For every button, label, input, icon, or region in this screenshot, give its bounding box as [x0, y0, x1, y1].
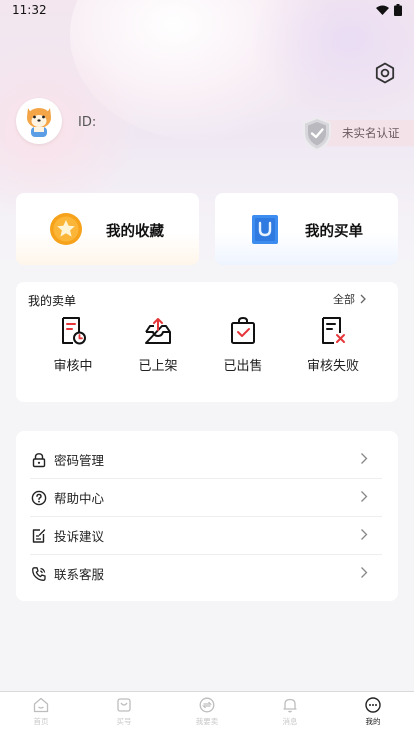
- tab-label: 买号: [116, 717, 132, 726]
- home-icon: [33, 697, 49, 713]
- menu-item-password[interactable]: 密码管理: [30, 441, 382, 478]
- tab-sell[interactable]: 我要卖: [177, 696, 237, 734]
- all-label: 全部: [333, 293, 355, 306]
- sell-item-rejected[interactable]: 审核失败: [298, 316, 368, 376]
- help-icon: [31, 490, 47, 505]
- tab-profile[interactable]: 我的: [343, 696, 403, 734]
- tab-label: 我的: [365, 717, 381, 726]
- avatar[interactable]: [16, 98, 62, 144]
- menu-item-feedback[interactable]: 投诉建议: [30, 517, 382, 554]
- sell-item-listed[interactable]: 已上架: [123, 316, 193, 376]
- edit-note-icon: [32, 528, 46, 543]
- menu-item-label: 投诉建议: [54, 529, 105, 544]
- profile-dots-icon: [365, 697, 381, 713]
- gear-icon: [375, 62, 395, 84]
- menu-item-label: 联系客服: [54, 567, 105, 582]
- cart-icon: [117, 698, 131, 712]
- lock-icon: [32, 452, 46, 467]
- sell-item-label: 审核失败: [306, 359, 359, 374]
- sell-item-label: 已出售: [223, 359, 263, 374]
- shield-icon: [303, 116, 331, 152]
- menu-item-label: 帮助中心: [54, 491, 105, 506]
- exchange-icon: [199, 697, 215, 713]
- document-cross-icon: [322, 317, 345, 344]
- inbox-upload-icon: [145, 318, 171, 344]
- sell-orders-title: 我的卖单: [28, 294, 77, 308]
- chevron-right-icon: [361, 491, 368, 502]
- settings-button[interactable]: [372, 60, 398, 86]
- tab-messages[interactable]: 消息: [260, 696, 320, 734]
- favorites-card[interactable]: 我的收藏: [16, 193, 199, 265]
- wifi-icon: [376, 5, 389, 15]
- tab-buy[interactable]: 买号: [94, 696, 154, 734]
- bag-check-icon: [231, 316, 255, 344]
- chevron-right-icon: [361, 529, 368, 540]
- document-clock-icon: [62, 317, 86, 345]
- sell-item-label: 审核中: [53, 359, 93, 374]
- bottom-tab-bar: 首页 买号 我要卖 消息 我的: [0, 691, 414, 736]
- chevron-right-icon: [361, 567, 368, 578]
- tab-label: 首页: [33, 717, 49, 726]
- sell-item-sold[interactable]: 已出售: [208, 316, 278, 376]
- shiba-avatar-icon: [27, 108, 51, 137]
- bell-icon: [283, 698, 297, 713]
- menu-item-help[interactable]: 帮助中心: [30, 479, 382, 516]
- star-icon: [50, 213, 82, 245]
- user-id-label: ID:: [78, 115, 97, 130]
- status-bar: 11:32: [0, 0, 414, 20]
- sell-item-reviewing[interactable]: 审核中: [38, 316, 108, 376]
- tab-label: 我要卖: [195, 717, 219, 726]
- favorites-label: 我的收藏: [106, 224, 164, 240]
- tab-label: 消息: [282, 717, 298, 726]
- shopping-bag-icon: [252, 215, 278, 244]
- chevron-right-icon: [360, 294, 366, 304]
- menu-item-label: 密码管理: [54, 453, 105, 468]
- menu-item-support[interactable]: 联系客服: [30, 555, 382, 592]
- status-time: 11:32: [12, 3, 47, 17]
- verify-badge[interactable]: 未实名认证: [300, 116, 414, 152]
- phone-icon: [32, 566, 46, 581]
- tab-home[interactable]: 首页: [11, 696, 71, 734]
- chevron-right-icon: [361, 453, 368, 464]
- purchases-card[interactable]: 我的买单: [215, 193, 398, 265]
- sell-orders-all-link[interactable]: 全部: [333, 291, 366, 307]
- sell-item-label: 已上架: [138, 359, 178, 374]
- purchases-label: 我的买单: [305, 224, 363, 240]
- battery-icon: [394, 4, 402, 16]
